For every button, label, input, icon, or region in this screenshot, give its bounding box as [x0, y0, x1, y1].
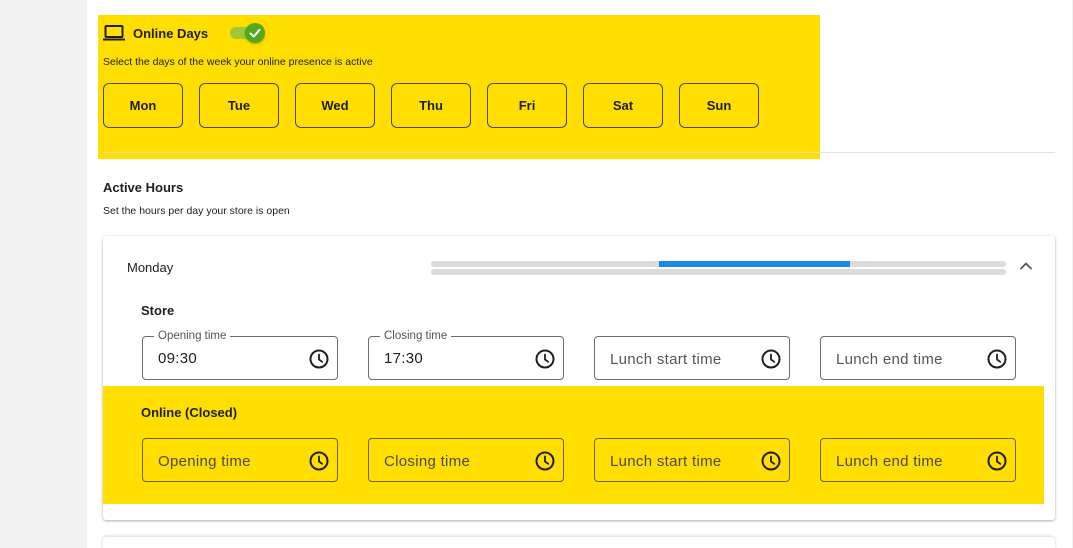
online-label: Online (Closed) — [141, 405, 238, 420]
clock-icon[interactable] — [986, 450, 1008, 472]
day-button-tue[interactable]: Tue — [199, 83, 279, 128]
online-hours-section: Online (Closed) Opening time Closing tim… — [103, 386, 1044, 504]
online-opening-time-field[interactable]: Opening time — [142, 438, 338, 482]
field-placeholder: Closing time — [384, 453, 471, 470]
day-button-mon[interactable]: Mon — [103, 83, 183, 128]
field-value: 09:30 — [158, 350, 198, 367]
online-days-title: Online Days — [133, 25, 209, 41]
field-placeholder: Lunch start time — [610, 453, 722, 470]
store-lunch-end-field[interactable]: Lunch end time — [820, 336, 1016, 380]
clock-icon[interactable] — [986, 348, 1008, 370]
online-closing-time-field[interactable]: Closing time — [368, 438, 564, 482]
field-placeholder: Lunch start time — [610, 351, 722, 368]
field-label: Opening time — [154, 329, 231, 343]
chevron-up-icon[interactable] — [1018, 258, 1034, 274]
active-hours-title: Active Hours — [103, 180, 184, 195]
progress-fill — [658, 261, 851, 267]
toggle-thumb — [245, 23, 266, 43]
section-divider — [103, 152, 1055, 153]
field-placeholder: Lunch end time — [836, 351, 943, 368]
day-button-wed[interactable]: Wed — [295, 83, 375, 128]
clock-icon[interactable] — [760, 450, 782, 472]
online-days-description: Select the days of the week your online … — [103, 56, 373, 68]
field-placeholder: Lunch end time — [836, 453, 943, 470]
day-name[interactable]: Monday — [127, 260, 173, 275]
field-value: 17:30 — [384, 350, 424, 367]
laptop-icon — [103, 23, 125, 43]
store-lunch-start-field[interactable]: Lunch start time — [594, 336, 790, 380]
clock-icon[interactable] — [534, 450, 556, 472]
clock-icon[interactable] — [534, 348, 556, 370]
day-button-fri[interactable]: Fri — [487, 83, 567, 128]
store-opening-time-field[interactable]: Opening time 09:30 — [142, 329, 338, 380]
online-days-toggle[interactable] — [230, 22, 266, 44]
progress-track-secondary — [431, 269, 1006, 275]
hours-progress — [431, 261, 1006, 275]
online-lunch-start-field[interactable]: Lunch start time — [594, 438, 790, 482]
day-selector: Mon Tue Wed Thu Fri Sat Sun — [103, 83, 759, 128]
online-lunch-end-field[interactable]: Lunch end time — [820, 438, 1016, 482]
day-button-sat[interactable]: Sat — [583, 83, 663, 128]
day-button-sun[interactable]: Sun — [679, 83, 759, 128]
field-placeholder: Opening time — [158, 453, 251, 470]
day-button-thu[interactable]: Thu — [391, 83, 471, 128]
store-closing-time-field[interactable]: Closing time 17:30 — [368, 329, 564, 380]
online-days-header: Online Days — [103, 22, 266, 44]
progress-track — [431, 261, 1006, 267]
active-hours-description: Set the hours per day your store is open — [103, 205, 290, 217]
next-day-card — [103, 537, 1055, 548]
clock-icon[interactable] — [308, 450, 330, 472]
clock-icon[interactable] — [760, 348, 782, 370]
store-label: Store — [141, 303, 175, 318]
monday-card: Monday Store Opening time 09:30 Closing … — [103, 236, 1055, 520]
field-label: Closing time — [380, 329, 452, 343]
check-icon — [249, 28, 261, 38]
clock-icon[interactable] — [308, 348, 330, 370]
